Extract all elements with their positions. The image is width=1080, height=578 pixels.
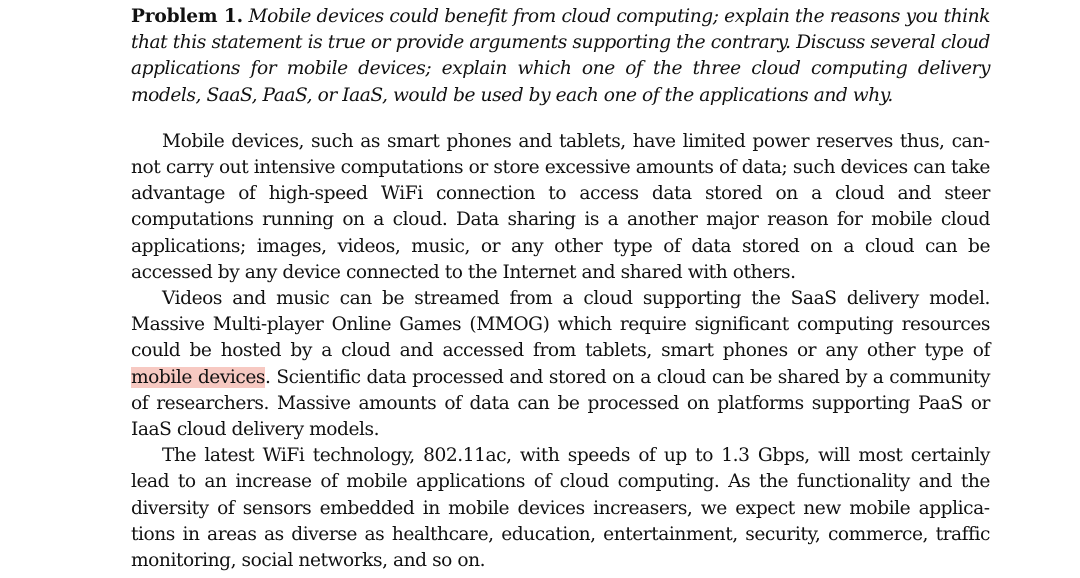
highlighted-phrase: mobile devices [131, 366, 265, 388]
document-page: Problem 1. Mobile devices could benefit … [131, 4, 990, 574]
answer-paragraph-1: Mobile devices, such as smart phones and… [131, 130, 990, 283]
problem-label: Problem 1. [131, 6, 243, 27]
answer-paragraph-2: Videos and music can be streamed from a … [131, 286, 990, 443]
answer-paragraph-3: The latest WiFi technology, 802.11ac, wi… [131, 445, 990, 572]
paragraph-2-text-before: Videos and music can be streamed from a … [131, 288, 990, 362]
problem-statement: Problem 1. Mobile devices could benefit … [131, 4, 990, 109]
problem-text: Mobile devices could benefit from cloud … [131, 6, 990, 106]
